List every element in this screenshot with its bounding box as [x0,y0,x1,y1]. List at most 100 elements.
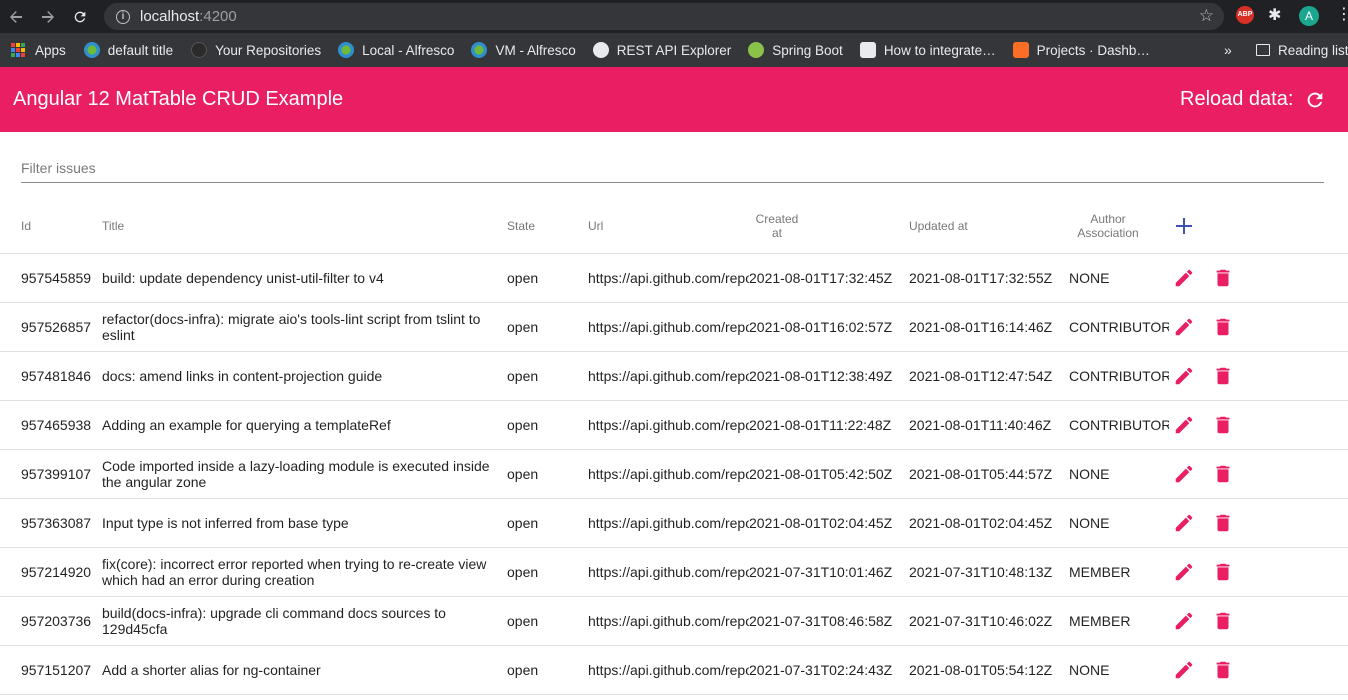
bookmark-rest-api-explorer[interactable]: REST API Explorer [592,42,731,58]
cell-url: https://api.github.com/repos/angular/ang… [588,515,749,531]
edit-button[interactable] [1172,266,1196,290]
header-id[interactable]: Id [21,197,101,254]
bookmark-label: Your Repositories [215,42,322,58]
bookmark-apps[interactable]: Apps [11,43,66,58]
pencil-icon [1175,416,1193,434]
cell-state: open [507,270,539,286]
delete-button[interactable] [1211,266,1235,290]
table-header-row: Id Title State Url Created at Updated at… [0,197,1348,254]
header-created-at[interactable]: Created at [749,197,805,254]
trash-icon [1216,563,1230,581]
edit-button[interactable] [1172,413,1196,437]
trash-icon [1216,367,1230,385]
header-title[interactable]: Title [102,197,497,254]
delete-button[interactable] [1211,511,1235,535]
cell-updated-at: 2021-07-31T10:48:13Z [909,564,1053,580]
bookmark-your-repositories[interactable]: Your Repositories [191,42,321,58]
cell-url: https://api.github.com/repos/angular/ang… [588,368,749,384]
reading-list-label: Reading list [1278,42,1348,58]
delete-button[interactable] [1211,364,1235,388]
more-bookmarks-icon[interactable]: » [1224,42,1232,58]
delete-button[interactable] [1211,609,1235,633]
pencil-icon [1175,661,1193,679]
header-state[interactable]: State [507,197,577,254]
table-row: 957465938 Adding an example for querying… [0,401,1348,450]
delete-button[interactable] [1211,462,1235,486]
cell-updated-at: 2021-08-01T16:14:46Z [909,319,1053,335]
forward-button[interactable] [32,0,64,33]
cell-state: open [507,515,539,531]
cell-url: https://api.github.com/repos/angular/ang… [588,466,749,482]
pencil-icon [1175,269,1193,287]
cell-id: 957151207 [21,662,92,678]
trash-icon [1216,612,1230,630]
star-icon[interactable]: ☆ [1199,6,1214,26]
cell-state: open [507,613,539,629]
globe-icon [592,42,609,58]
adblock-extension-icon[interactable]: ABP [1236,6,1254,24]
cell-author-association: CONTRIBUTOR [1069,417,1169,433]
cell-id: 957545859 [21,270,92,286]
edit-button[interactable] [1172,364,1196,388]
table-row: 957151207 Add a shorter alias for ng-con… [0,646,1348,695]
cell-author-association: CONTRIBUTOR [1069,319,1169,335]
edit-button[interactable] [1172,609,1196,633]
cell-url: https://api.github.com/repos/angular/ang… [588,270,749,286]
extensions-puzzle-icon[interactable]: ✱ [1268,5,1281,25]
delete-button[interactable] [1211,658,1235,682]
cell-author-association: MEMBER [1069,564,1131,580]
cell-created-at: 2021-07-31T02:24:43Z [749,662,893,678]
back-button[interactable] [0,0,32,33]
cell-author-association: CONTRIBUTOR [1069,368,1169,384]
pencil-icon [1175,465,1193,483]
bookmark-vm-alfresco[interactable]: VM - Alfresco [471,42,576,58]
gitlab-icon [1012,42,1029,58]
table-row: 957203736 build(docs-infra): upgrade cli… [0,597,1348,646]
delete-button[interactable] [1211,413,1235,437]
profile-avatar[interactable]: A [1299,6,1319,26]
url-bar[interactable]: i localhost:4200 ☆ [104,3,1224,30]
bookmark-label: VM - Alfresco [495,42,576,58]
edit-button[interactable] [1172,462,1196,486]
cell-state: open [507,319,539,335]
header-url[interactable]: Url [588,197,749,254]
cell-url: https://api.github.com/repos/angular/ang… [588,613,749,629]
cell-title: refactor(docs-infra): migrate aio's tool… [102,311,481,343]
reload-data-button[interactable] [1303,88,1327,112]
header-updated-at[interactable]: Updated at [909,197,1059,254]
trash-icon [1216,269,1230,287]
refresh-icon [74,11,86,22]
browser-menu-icon[interactable]: ⋮ [1336,4,1348,24]
cell-id: 957465938 [21,417,92,433]
bookmark-spring-boot[interactable]: Spring Boot [748,42,843,58]
bookmark-default-title[interactable]: default title [83,42,174,58]
table-row: 957545859 build: update dependency unist… [0,254,1348,303]
filter-field [21,150,1324,183]
info-icon[interactable]: i [116,9,130,24]
edit-button[interactable] [1172,658,1196,682]
filter-input[interactable] [21,150,1324,182]
cell-updated-at: 2021-08-01T05:54:12Z [909,662,1053,678]
plus-icon [1176,218,1192,234]
alfresco-icon [83,42,100,58]
edit-button[interactable] [1172,560,1196,584]
cell-author-association: NONE [1069,270,1110,286]
reading-list-button[interactable]: Reading list [1256,43,1348,58]
bookmark-label: default title [107,42,174,58]
alfresco-icon [471,42,488,58]
delete-button[interactable] [1211,315,1235,339]
arrow-right-icon [42,10,54,23]
delete-button[interactable] [1211,560,1235,584]
cell-url: https://api.github.com/repos/angular/ang… [588,564,749,580]
bookmark-how-to-integrate[interactable]: How to integrate… [859,42,996,58]
cell-created-at: 2021-08-01T11:22:48Z [749,417,892,433]
reload-page-button[interactable] [64,0,96,33]
alfresco-icon [338,42,355,58]
edit-button[interactable] [1172,511,1196,535]
bookmark-projects-dashboard[interactable]: Projects · Dashb… [1012,42,1150,58]
edit-button[interactable] [1172,315,1196,339]
header-author-association[interactable]: Author Association [1069,197,1147,254]
cell-created-at: 2021-08-01T17:32:45Z [749,270,893,286]
bookmark-local-alfresco[interactable]: Local - Alfresco [338,42,454,58]
add-issue-button[interactable] [1170,213,1198,239]
